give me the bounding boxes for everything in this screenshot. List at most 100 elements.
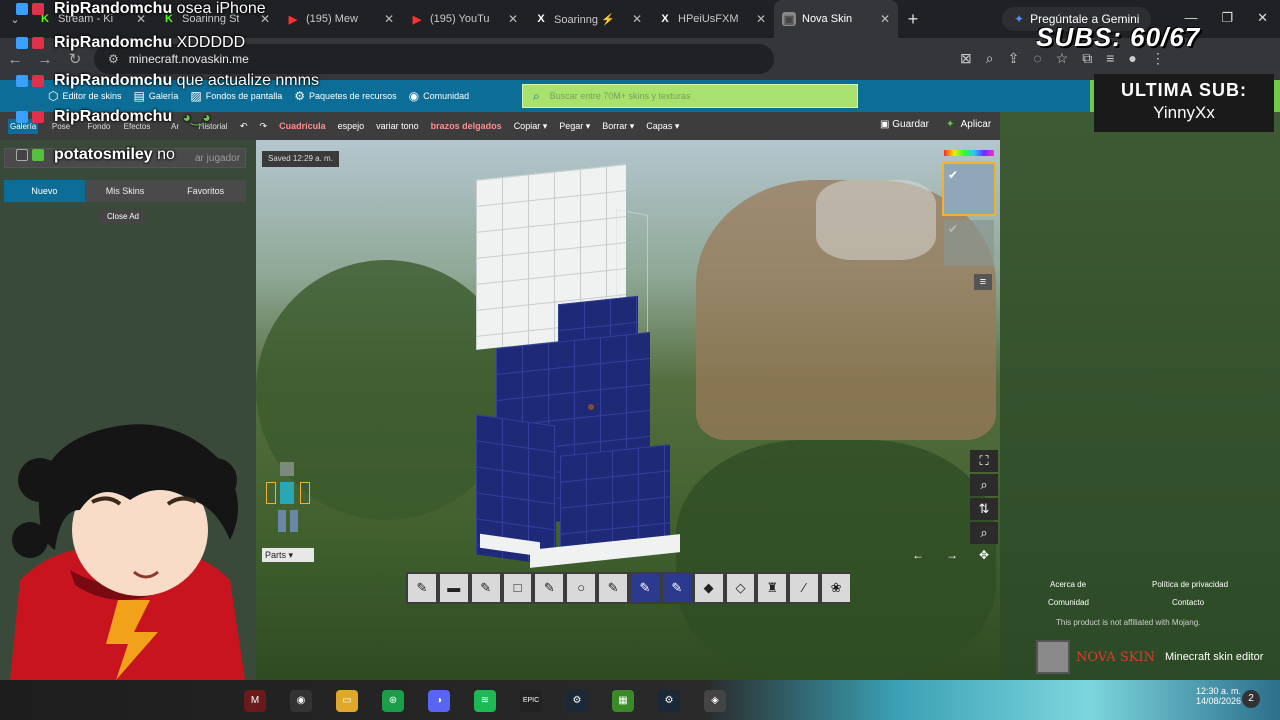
part-arm-right[interactable] — [300, 482, 310, 504]
mirror-toggle[interactable]: espejo — [338, 121, 365, 131]
part-arm-left[interactable] — [266, 482, 276, 504]
pencil-icon[interactable]: ✎ — [471, 574, 500, 602]
undo-icon[interactable]: ↶ — [240, 121, 248, 132]
reload-icon[interactable]: ↻ — [60, 50, 90, 68]
delete-menu[interactable]: Borrar ▾ — [602, 121, 634, 132]
parts-dropdown[interactable]: Parts ▾ — [262, 548, 314, 562]
close-tab-icon[interactable]: ✕ — [508, 12, 518, 26]
body-parts-selector[interactable] — [262, 460, 318, 540]
pencil-icon[interactable]: ✎ — [599, 574, 628, 602]
color-palette-bar[interactable] — [944, 150, 994, 156]
move-icon[interactable]: ✥ — [970, 548, 998, 566]
arrow-right-icon[interactable]: → — [938, 548, 966, 566]
apply-button[interactable]: ✦ Aplicar — [946, 119, 991, 130]
tab-label: HPeiUsFXM — [678, 13, 739, 25]
redo-icon[interactable]: ↷ — [260, 121, 268, 132]
paste-menu[interactable]: Pegar ▾ — [559, 121, 590, 132]
fill-icon[interactable]: ◆ — [694, 574, 723, 602]
app-icon[interactable]: M — [244, 690, 266, 712]
close-tab-icon[interactable]: ✕ — [632, 12, 642, 26]
browser-tab[interactable]: X Soarinng ⚡ ✕ — [526, 0, 650, 38]
discord-icon[interactable]: ◑ — [428, 690, 450, 712]
grid-toggle[interactable]: Cuadrícula — [279, 121, 326, 131]
nav-wallpapers[interactable]: ▨ Fondos de pantalla — [190, 89, 282, 103]
circle-icon[interactable]: ○ — [567, 574, 596, 602]
part-head[interactable] — [280, 462, 294, 476]
close-tab-icon[interactable]: ✕ — [384, 12, 394, 26]
browser-tab[interactable]: ▶ (195) YouTu ✕ — [402, 0, 526, 38]
line-icon[interactable]: ▬ — [439, 574, 468, 602]
layer-thumbnail[interactable]: ✔ — [942, 162, 996, 216]
background-snow — [816, 180, 936, 260]
back-icon[interactable]: ← — [0, 51, 30, 68]
eraser-icon[interactable]: ◇ — [726, 574, 755, 602]
close-tab-icon[interactable]: ✕ — [756, 12, 766, 26]
forward-icon[interactable]: → — [30, 51, 60, 68]
nav-gallery[interactable]: ▤ Galería — [134, 89, 179, 103]
stamp-icon[interactable]: ♜ — [758, 574, 787, 602]
save-button[interactable]: ▣ Guardar — [880, 119, 929, 130]
notification-badge[interactable]: 2 — [1242, 690, 1260, 708]
nova-brand[interactable]: NOVA SKIN Minecraft skin editor — [1036, 640, 1263, 674]
skin-model[interactable] — [470, 160, 690, 570]
zoom-icon[interactable]: ⌕ — [986, 50, 994, 67]
new-tab-button[interactable]: + — [898, 9, 928, 30]
skin-tabs: Nuevo Mis Skins Favoritos — [4, 180, 246, 202]
tab-new[interactable]: Nuevo — [4, 180, 85, 202]
community-link[interactable]: Comunidad — [1048, 598, 1089, 607]
arrow-left-icon[interactable]: ← — [904, 548, 932, 566]
fullscreen-icon[interactable]: ⛶ — [970, 450, 998, 472]
contact-link[interactable]: Contacto — [1172, 598, 1204, 607]
folder-icon[interactable]: ▭ — [336, 690, 358, 712]
maximize-icon[interactable]: ❐ — [1221, 10, 1233, 26]
zoom-in-icon[interactable]: ⌕ — [970, 474, 998, 496]
part-leg-right[interactable] — [290, 510, 298, 532]
swap-icon[interactable]: ⇅ — [970, 498, 998, 520]
palette-icon[interactable]: ❀ — [822, 574, 851, 602]
slim-arms-toggle[interactable]: brazos delgados — [431, 121, 502, 131]
nav-resource-packs[interactable]: ⚙ Paquetes de recursos — [294, 89, 396, 103]
tab-favorites[interactable]: Favoritos — [165, 180, 246, 202]
pencil-icon[interactable]: ✎ — [408, 574, 436, 602]
tab-my-skins[interactable]: Mis Skins — [85, 180, 166, 202]
blocked-icon[interactable]: ⊠ — [960, 50, 972, 67]
browser-tab[interactable]: X HPeiUsFXM ✕ — [650, 0, 774, 38]
xbox-icon[interactable]: ⊛ — [382, 690, 404, 712]
square-icon[interactable]: □ — [503, 574, 532, 602]
browser-tab-active[interactable]: ▣ Nova Skin ✕ — [774, 0, 898, 38]
copy-menu[interactable]: Copiar ▾ — [514, 121, 548, 132]
nav-skin-editor[interactable]: ⬡ Editor de skins — [48, 89, 122, 103]
obs-icon[interactable]: ◉ — [290, 690, 312, 712]
check-icon[interactable]: ✔ — [948, 222, 958, 236]
steam-icon[interactable]: ⚙ — [566, 690, 588, 712]
layers-menu[interactable]: Capas ▾ — [646, 121, 679, 132]
browser-tab[interactable]: ▶ (195) Mew ✕ — [278, 0, 402, 38]
brush-icon[interactable]: ✎ — [662, 574, 691, 602]
pencil-icon[interactable]: ✎ — [535, 574, 564, 602]
zoom-out-icon[interactable]: ⌕ — [970, 522, 998, 544]
check-icon[interactable]: ✔ — [948, 168, 958, 182]
system-clock[interactable]: 12:30 a. m. 14/08/2026 — [1196, 686, 1241, 706]
app-icon[interactable]: ◈ — [704, 690, 726, 712]
minecraft-icon[interactable]: ▦ — [612, 690, 634, 712]
part-leg-left[interactable] — [278, 510, 286, 532]
skin-search-input[interactable]: ⌕ Buscar entre 70M+ skins y texturas — [522, 84, 858, 108]
nav-community[interactable]: ◉ Comunidad — [409, 89, 470, 103]
brush-icon[interactable]: ✎ — [631, 574, 659, 602]
spotify-icon[interactable]: ≋ — [474, 690, 496, 712]
close-window-icon[interactable]: ✕ — [1257, 10, 1268, 26]
privacy-link[interactable]: Política de privacidad — [1152, 580, 1228, 589]
epic-games-icon[interactable]: EPIC — [520, 690, 542, 712]
close-tab-icon[interactable]: ✕ — [880, 12, 890, 26]
layers-menu-icon[interactable]: ≡ — [974, 274, 992, 290]
install-icon[interactable]: ⇪ — [1008, 50, 1020, 67]
vary-tone-toggle[interactable]: variar tono — [376, 121, 419, 131]
site-info-icon[interactable]: ⚙ — [108, 52, 119, 66]
parts-label: Parts — [265, 550, 287, 560]
close-ad-button[interactable]: Close Ad — [100, 210, 146, 224]
layer-thumbnail[interactable]: ✔ — [944, 220, 994, 266]
eyedropper-icon[interactable]: ⁄ — [790, 574, 819, 602]
steam-icon[interactable]: ⚙ — [658, 690, 680, 712]
part-torso[interactable] — [280, 482, 294, 504]
about-link[interactable]: Acerca de — [1050, 580, 1086, 589]
